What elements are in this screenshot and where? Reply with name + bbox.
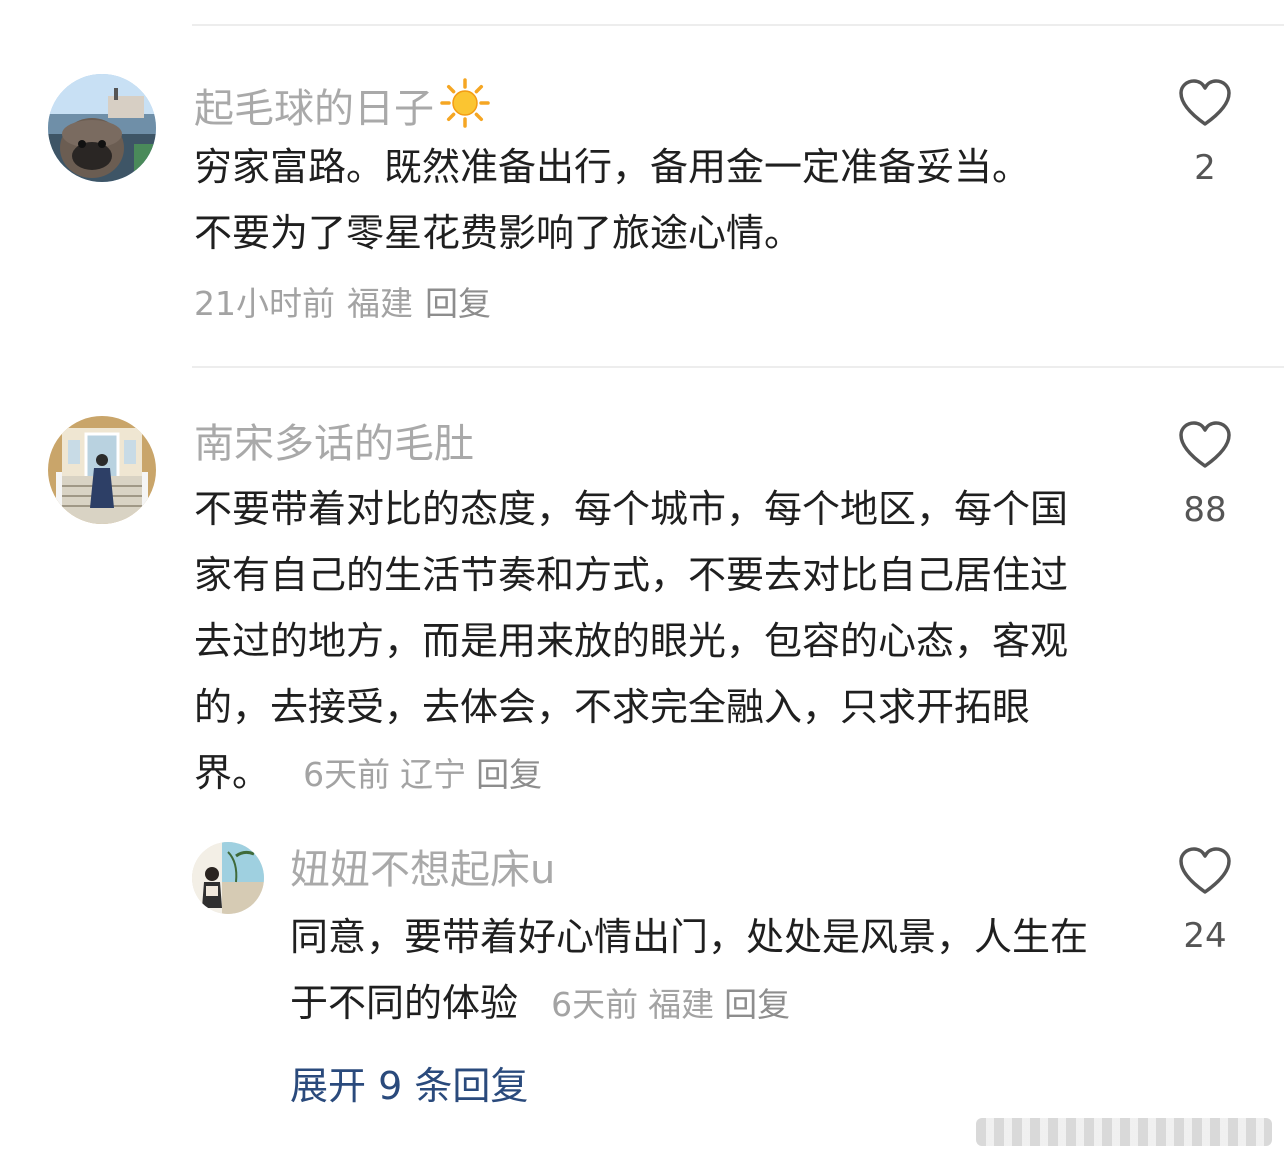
avatar[interactable] <box>48 74 156 182</box>
avatar-image <box>48 416 156 524</box>
username-text: 起毛球的日子 <box>194 86 434 132</box>
comment-text: 不要带着对比的态度，每个城市，每个地区，每个国家有自己的生活节奏和方式，不要去对… <box>194 487 1069 795</box>
username[interactable]: 起毛球的日子 <box>194 78 490 139</box>
heart-icon <box>1179 421 1231 468</box>
reply-location: 福建 <box>648 985 715 1024</box>
reply-text: 同意，要带着好心情出门，处处是风景，人生在于不同的体验 6天前 福建 回复 <box>290 915 1089 1025</box>
comment-text: 穷家富路。既然准备出行，备用金一定准备妥当。不要为了零星花费影响了旅途心情。 <box>194 145 1031 255</box>
username[interactable]: 南宋多话的毛肚 <box>194 420 474 468</box>
comment-time: 21小时前 <box>194 284 335 323</box>
avatar[interactable] <box>48 416 156 524</box>
comment-location: 辽宁 <box>400 755 467 794</box>
like-button[interactable]: 2 <box>1160 78 1250 188</box>
reply-avatar[interactable] <box>192 842 264 914</box>
like-count: 88 <box>1183 490 1227 530</box>
reply-button[interactable]: 回复 <box>425 284 491 323</box>
comment-location: 福建 <box>347 284 413 323</box>
expand-replies-button[interactable]: 展开 9 条回复 <box>290 1062 528 1110</box>
username-text: 南宋多话的毛肚 <box>194 421 474 467</box>
reply-meta: 6天前 福建 回复 <box>530 985 800 1024</box>
reply-button[interactable]: 回复 <box>724 985 790 1024</box>
heart-icon <box>1179 79 1231 126</box>
top-divider <box>192 24 1284 26</box>
reply-username[interactable]: 妞妞不想起床u <box>290 846 555 894</box>
reply-time: 6天前 <box>551 985 639 1024</box>
avatar-image <box>192 842 264 914</box>
comment-meta: 21小时前 福建 回复 <box>194 284 503 324</box>
like-count: 24 <box>1183 916 1227 956</box>
heart-icon <box>1179 847 1231 894</box>
username-text: 妞妞不想起床u <box>290 847 556 893</box>
sun-icon <box>440 78 490 139</box>
like-button[interactable]: 24 <box>1160 846 1250 956</box>
comment-meta: 6天前 辽宁 回复 <box>282 755 552 794</box>
comment-divider <box>192 366 1284 368</box>
like-button[interactable]: 88 <box>1160 420 1250 530</box>
comment-time: 6天前 <box>303 755 391 794</box>
avatar-image <box>48 74 156 182</box>
watermark-bar <box>976 1118 1272 1146</box>
reply-button[interactable]: 回复 <box>476 755 542 794</box>
like-count: 2 <box>1194 148 1216 188</box>
